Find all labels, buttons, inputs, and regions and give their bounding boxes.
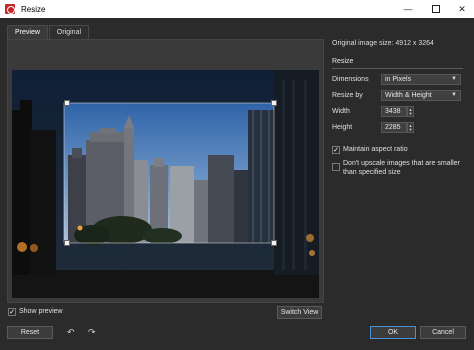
close-button[interactable]: ✕: [448, 0, 474, 18]
resize-section-title: Resize: [332, 58, 354, 65]
dimensions-select[interactable]: in Pixels ▼: [381, 74, 461, 85]
crop-handle-top-left[interactable]: [64, 100, 70, 106]
no-upscale-label-line2: than specified size: [343, 169, 401, 176]
maximize-icon: [432, 5, 440, 13]
window-title: Resize: [21, 4, 46, 14]
dimensions-value: in Pixels: [385, 76, 412, 83]
chevron-down-icon: ▼: [451, 76, 457, 82]
resize-by-label: Resize by: [332, 92, 363, 99]
show-preview-checkbox[interactable]: ✓: [8, 308, 16, 316]
height-stepper[interactable]: ▲ ▼: [407, 122, 414, 133]
undo-icon[interactable]: ↶: [67, 327, 75, 338]
no-upscale-checkbox[interactable]: [332, 163, 340, 171]
tab-original[interactable]: Original: [48, 25, 90, 39]
tab-preview[interactable]: Preview: [7, 25, 48, 39]
preview-panel: [7, 39, 324, 303]
title-bar: Resize — ✕: [0, 0, 474, 18]
maximize-button[interactable]: [422, 0, 450, 18]
width-label: Width: [332, 108, 350, 115]
show-preview-label: Show preview: [19, 308, 63, 315]
width-input[interactable]: 3438: [381, 106, 407, 117]
resize-by-value: Width & Height: [385, 92, 432, 99]
cancel-button[interactable]: Cancel: [420, 326, 466, 339]
reset-button[interactable]: Reset: [7, 326, 53, 339]
maintain-aspect-label: Maintain aspect ratio: [343, 146, 408, 153]
view-tabs: Preview Original: [7, 25, 90, 39]
crop-handle-bottom-right[interactable]: [271, 240, 277, 246]
redo-icon[interactable]: ↷: [88, 327, 96, 338]
image-canvas[interactable]: [12, 70, 319, 298]
minimize-button[interactable]: —: [394, 0, 422, 18]
ok-button[interactable]: OK: [370, 326, 416, 339]
height-input[interactable]: 2285: [381, 122, 407, 133]
app-logo-icon: [5, 4, 15, 14]
height-label: Height: [332, 124, 353, 131]
original-size-label: Original image size: 4912 x 3264: [332, 40, 434, 47]
maintain-aspect-checkbox[interactable]: ✓: [332, 146, 340, 154]
resize-by-select[interactable]: Width & Height ▼: [381, 90, 461, 101]
section-divider: [332, 68, 463, 69]
dimensions-label: Dimensions: [332, 76, 369, 83]
no-upscale-label-line1: Don't upscale images that are smaller: [343, 160, 460, 167]
chevron-down-icon: ▼: [451, 92, 457, 98]
spin-down-icon: ▼: [408, 110, 413, 116]
width-stepper[interactable]: ▲ ▼: [407, 106, 414, 117]
crop-handle-top-right[interactable]: [271, 100, 277, 106]
spin-down-icon: ▼: [408, 126, 413, 132]
crop-handle-bottom-left[interactable]: [64, 240, 70, 246]
switch-view-button[interactable]: Switch View: [277, 306, 322, 319]
